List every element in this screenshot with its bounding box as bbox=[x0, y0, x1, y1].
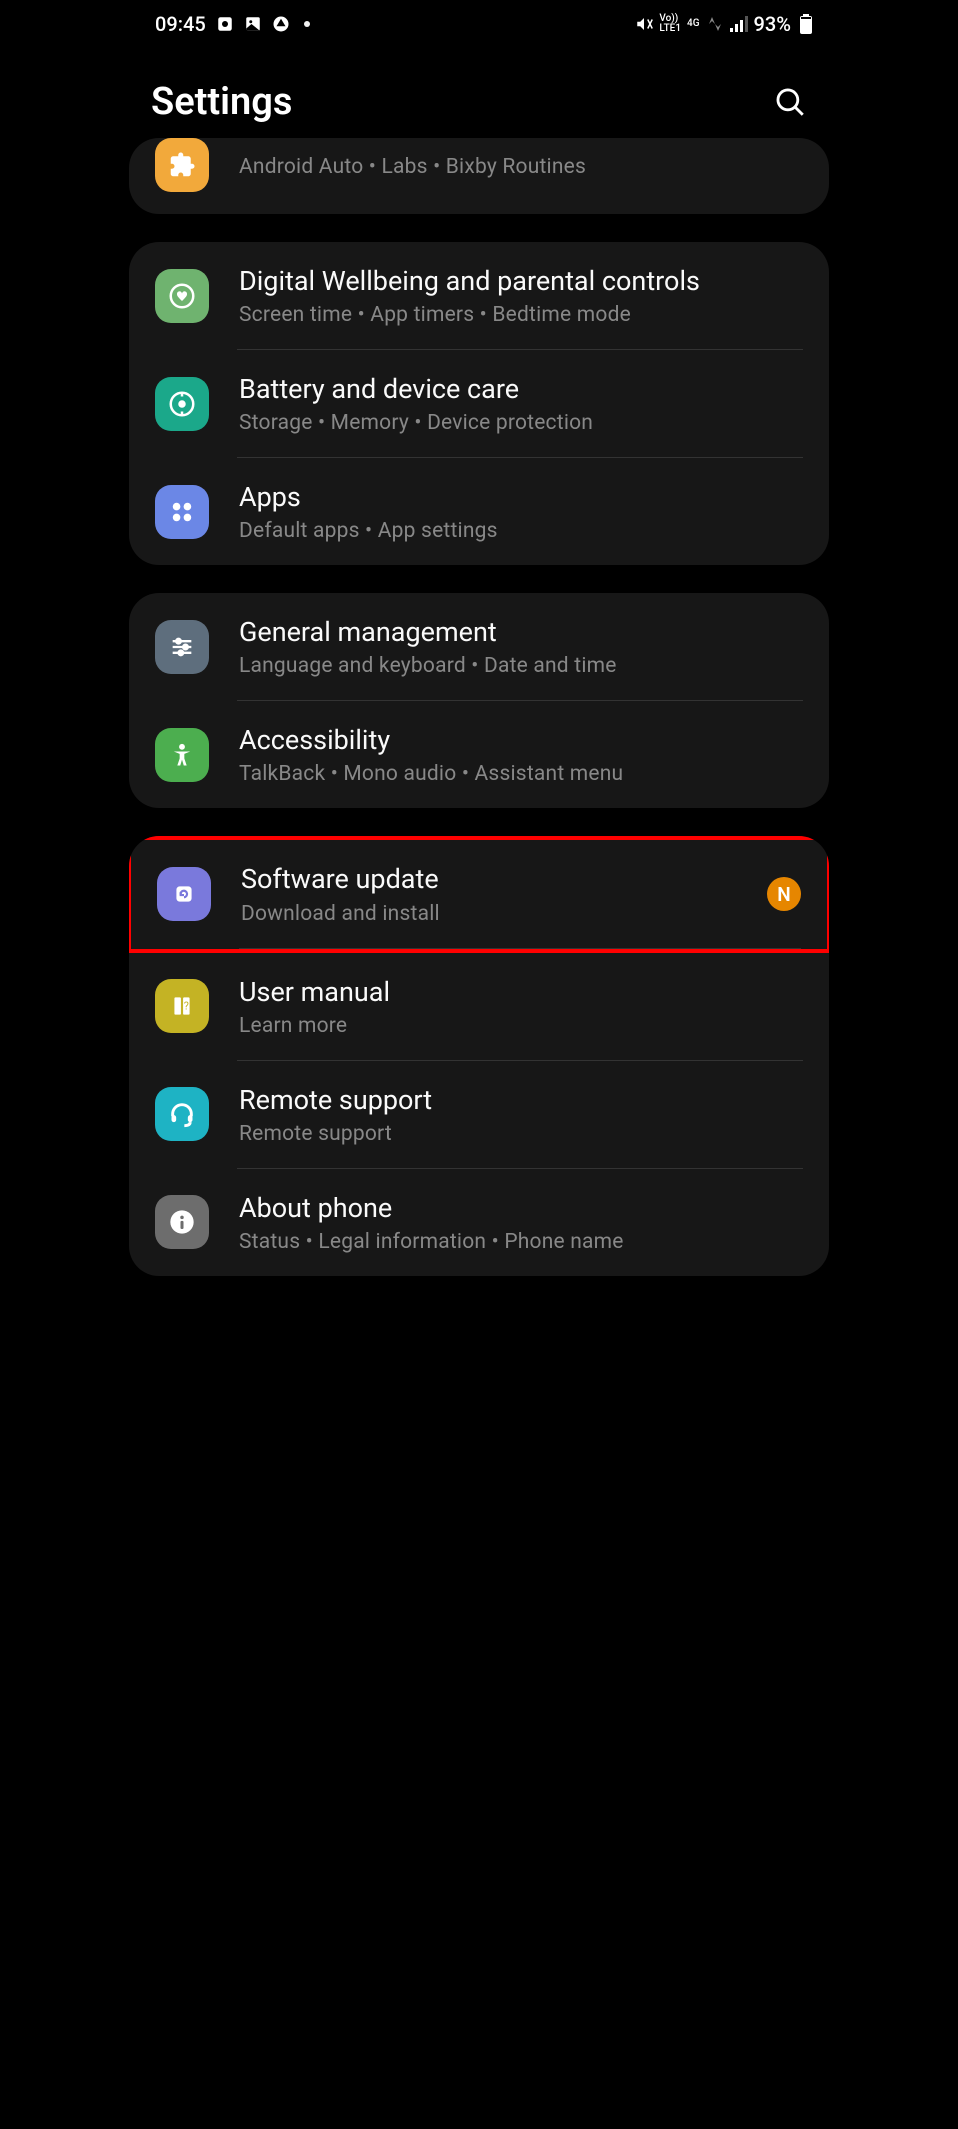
settings-group: Digital Wellbeing and parental controls … bbox=[129, 242, 829, 565]
settings-item-sub: Status • Legal information • Phone name bbox=[239, 1230, 803, 1254]
notification-badge: N bbox=[767, 877, 801, 911]
settings-item-about-phone[interactable]: About phone Status • Legal information •… bbox=[129, 1169, 829, 1276]
settings-item-sub: Screen time • App timers • Bedtime mode bbox=[239, 303, 803, 327]
settings-group: General management Language and keyboard… bbox=[129, 593, 829, 808]
settings-item-accessibility[interactable]: Accessibility TalkBack • Mono audio • As… bbox=[129, 701, 829, 808]
settings-item-title: Remote support bbox=[239, 1083, 803, 1118]
gallery-icon bbox=[244, 15, 262, 33]
settings-item-sub: Download and install bbox=[241, 902, 755, 926]
status-right: Vo)) LTE1 4G 93% bbox=[635, 12, 815, 36]
settings-item-sub: Android Auto • Labs • Bixby Routines bbox=[239, 155, 803, 179]
settings-item-sub: Storage • Memory • Device protection bbox=[239, 411, 803, 435]
settings-item-sub: Language and keyboard • Date and time bbox=[239, 654, 803, 678]
notification-icon bbox=[216, 15, 234, 33]
settings-group: Android Auto • Labs • Bixby Routines bbox=[129, 138, 829, 214]
signal-icon bbox=[730, 15, 748, 33]
settings-item-sub: TalkBack • Mono audio • Assistant menu bbox=[239, 762, 803, 786]
settings-item-title: Digital Wellbeing and parental controls bbox=[239, 264, 803, 299]
manual-icon: ? bbox=[155, 979, 209, 1033]
settings-item-software-update[interactable]: Software update Download and install N bbox=[131, 840, 827, 947]
mute-icon bbox=[635, 15, 653, 33]
battery-pct: 93% bbox=[754, 12, 791, 36]
puzzle-icon bbox=[155, 138, 209, 192]
accessibility-person-icon bbox=[155, 728, 209, 782]
highlight-annotation: Software update Download and install N bbox=[129, 836, 829, 952]
more-notifications-dot bbox=[304, 21, 310, 27]
settings-item-title: Apps bbox=[239, 480, 803, 515]
search-button[interactable] bbox=[773, 85, 807, 119]
settings-item-apps[interactable]: Apps Default apps • App settings bbox=[129, 458, 829, 565]
settings-item-title: About phone bbox=[239, 1191, 803, 1226]
status-time: 09:45 bbox=[155, 12, 206, 36]
battery-icon bbox=[797, 15, 815, 33]
settings-item-battery-care[interactable]: Battery and device care Storage • Memory… bbox=[129, 350, 829, 457]
status-bar: 09:45 Vo)) LTE1 4G 93% bbox=[119, 0, 839, 44]
status-left: 09:45 bbox=[155, 12, 310, 36]
info-icon bbox=[155, 1195, 209, 1249]
heart-circle-icon bbox=[155, 269, 209, 323]
settings-item-remote-support[interactable]: Remote support Remote support bbox=[129, 1061, 829, 1168]
care-circle-icon bbox=[155, 377, 209, 431]
settings-item-sub: Remote support bbox=[239, 1122, 803, 1146]
header: Settings bbox=[119, 44, 839, 144]
svg-text:?: ? bbox=[184, 999, 189, 1012]
settings-item-user-manual[interactable]: ? User manual Learn more bbox=[129, 953, 829, 1060]
page-title: Settings bbox=[151, 80, 292, 124]
headset-icon bbox=[155, 1087, 209, 1141]
settings-list: Android Auto • Labs • Bixby Routines Dig… bbox=[119, 138, 839, 1344]
update-notification-icon bbox=[272, 15, 290, 33]
volte-label: Vo)) LTE1 bbox=[659, 14, 681, 34]
sliders-icon bbox=[155, 620, 209, 674]
settings-item-advanced-features[interactable]: Android Auto • Labs • Bixby Routines bbox=[129, 138, 829, 214]
settings-item-title: Battery and device care bbox=[239, 372, 803, 407]
settings-item-digital-wellbeing[interactable]: Digital Wellbeing and parental controls … bbox=[129, 242, 829, 349]
settings-item-title: Software update bbox=[241, 862, 755, 897]
network-type: 4G bbox=[687, 19, 700, 29]
settings-group: Software update Download and install N ?… bbox=[129, 836, 829, 1275]
update-icon bbox=[157, 867, 211, 921]
settings-item-title: User manual bbox=[239, 975, 803, 1010]
settings-item-sub: Default apps • App settings bbox=[239, 519, 803, 543]
search-icon bbox=[773, 85, 807, 119]
settings-item-general-management[interactable]: General management Language and keyboard… bbox=[129, 593, 829, 700]
data-arrows-icon bbox=[706, 15, 724, 33]
settings-item-title: Accessibility bbox=[239, 723, 803, 758]
apps-grid-icon bbox=[155, 485, 209, 539]
divider bbox=[239, 948, 801, 949]
settings-item-sub: Learn more bbox=[239, 1014, 803, 1038]
settings-item-title: General management bbox=[239, 615, 803, 650]
